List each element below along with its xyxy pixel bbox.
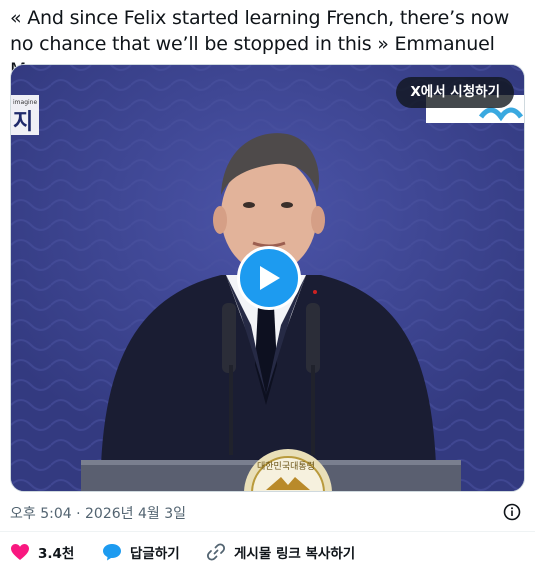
- reply-bubble-icon: [103, 544, 121, 561]
- like-count: 3.4천: [38, 546, 75, 562]
- reply-label: 답글하기: [130, 546, 180, 562]
- play-icon: [260, 266, 280, 290]
- tweet-actions: 3.4천 답글하기 게시물 링크 복사하기: [10, 541, 355, 563]
- watch-on-x-button[interactable]: X에서 시청하기: [396, 77, 514, 108]
- divider: [0, 531, 535, 532]
- seal-text: 대한민국대통령: [257, 460, 315, 472]
- reply-button[interactable]: 답글하기: [102, 542, 206, 562]
- copy-link-button[interactable]: 게시물 링크 복사하기: [206, 542, 355, 562]
- play-button[interactable]: [237, 246, 301, 310]
- logo-small-text: imagine: [13, 99, 37, 106]
- video-player[interactable]: imagine 지 대한민국대통령 X에서 시청하기: [10, 64, 525, 492]
- logo-text: 지: [13, 110, 33, 135]
- info-icon[interactable]: [503, 503, 521, 521]
- link-icon: [206, 543, 226, 561]
- heart-icon: [11, 544, 29, 560]
- copy-link-label: 게시물 링크 복사하기: [234, 546, 356, 562]
- tweet-timestamp[interactable]: 오후 5:04 · 2026년 4월 3일: [10, 503, 186, 523]
- like-button[interactable]: 3.4천: [10, 542, 102, 562]
